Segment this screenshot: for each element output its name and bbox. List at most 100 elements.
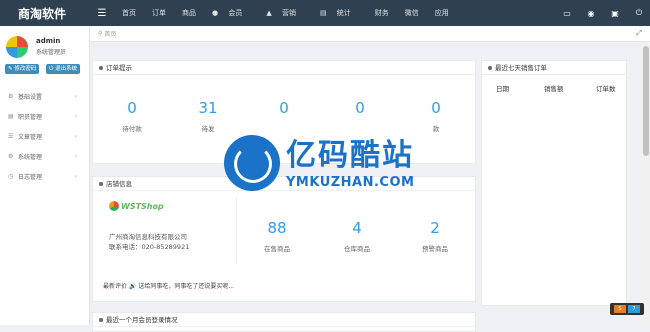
- nav-apps[interactable]: 应用: [427, 8, 457, 18]
- sidebar-item-system[interactable]: ⚙ 系统管理 ‹: [0, 146, 89, 166]
- top-navbar: 商淘软件 ☰ 首页 订单 商品 ● 会员 ▲ 营销 ▤ 统计 财务 微信 应用 …: [0, 0, 650, 26]
- fullscreen-icon[interactable]: ⤢: [636, 29, 642, 38]
- nav-stats-label: 统计: [336, 9, 351, 17]
- chevron-left-icon: ‹: [74, 132, 77, 140]
- nav-marketing[interactable]: ▲ 营销: [258, 8, 312, 18]
- column-header-date: 日期: [496, 85, 509, 93]
- sidebar-item-basic-settings[interactable]: ⚙ 基础设置 ‹: [0, 86, 89, 106]
- stat-item-3[interactable]: 0: [269, 99, 299, 123]
- stat-in-warehouse[interactable]: 4 仓库商品: [337, 219, 377, 253]
- nav-members-label: 会员: [228, 9, 243, 17]
- column-header-sales: 销售额: [544, 85, 564, 93]
- power-icon[interactable]: ⏻: [634, 8, 644, 18]
- order-tips-title: 订单提示: [106, 64, 132, 72]
- sidebar-item-label: 文章管理: [18, 133, 43, 141]
- stat-pending-payment[interactable]: 0 待付款: [117, 99, 147, 133]
- nav-marketing-label: 营销: [281, 9, 296, 17]
- speaker-icon: 🔊: [128, 283, 137, 290]
- menu-toggle-icon[interactable]: ☰: [90, 8, 114, 19]
- user-profile: admin 系统管理员 ✎ 修改密码 ⏻ 退出系统: [0, 26, 89, 78]
- top-actions: ▭ ◉ ▣ ⏻: [562, 0, 644, 26]
- stat-label: 预警商品: [422, 245, 448, 253]
- corner-widget[interactable]: S 7: [610, 303, 644, 315]
- sales-title: 最近七天销售订单: [495, 64, 547, 72]
- nav-home[interactable]: 首页: [114, 8, 144, 18]
- corner-badge-b: 7: [628, 305, 640, 313]
- sidebar-item-label: 基础设置: [18, 93, 43, 101]
- log-icon: ◷: [8, 172, 14, 180]
- stat-value: 0: [431, 99, 441, 117]
- watermark-logo-icon: [224, 135, 280, 191]
- logout-button[interactable]: ⏻ 退出系统: [46, 64, 81, 74]
- watermark-title: 亿码酷站: [286, 137, 414, 173]
- breadcrumb-home[interactable]: 首页: [104, 29, 116, 38]
- change-password-button[interactable]: ✎ 修改密码: [5, 64, 40, 74]
- watermark: 亿码酷站 YMKUZHAN.COM: [224, 128, 434, 198]
- nav-goods[interactable]: 商品: [174, 8, 204, 18]
- avatar: [6, 36, 28, 58]
- nav-wechat[interactable]: 微信: [397, 8, 427, 18]
- scrollbar[interactable]: [642, 42, 650, 325]
- column-header-orders: 订单数: [596, 85, 616, 93]
- sales-panel: 最近七天销售订单 日期 销售额 订单数: [481, 60, 627, 306]
- lock-icon[interactable]: ▣: [610, 9, 620, 18]
- company-phone: 联系电话：020-85289921: [109, 243, 190, 251]
- nav-members[interactable]: ● 会员: [204, 8, 258, 18]
- gear-icon: ⚙: [8, 92, 14, 100]
- store-logo-text: WSTShop: [121, 201, 164, 211]
- stat-pending-shipment[interactable]: 31 待发: [193, 99, 223, 133]
- nav-orders[interactable]: 订单: [144, 8, 174, 18]
- eye-icon[interactable]: ◉: [586, 9, 596, 18]
- store-logo: WSTShop: [109, 201, 164, 211]
- logout-label: 退出系统: [55, 66, 78, 72]
- stat-value: 0: [127, 99, 137, 117]
- stat-value: 0: [355, 99, 365, 117]
- scrollbar-thumb[interactable]: [643, 46, 649, 156]
- stat-label: 仓库商品: [344, 245, 370, 253]
- watermark-url: YMKUZHAN.COM: [286, 174, 415, 190]
- store-logo-icon: [109, 201, 119, 211]
- settings-icon: ⚙: [8, 152, 14, 160]
- review-label: 最新评价: [103, 283, 128, 290]
- stat-value: 31: [198, 99, 218, 117]
- users-icon: ▤: [8, 112, 14, 120]
- sidebar-item-label: 职员管理: [18, 113, 43, 121]
- stat-label: 待发: [201, 125, 215, 133]
- store-info-title: 店铺信息: [106, 180, 132, 188]
- sidebar-item-label: 系统管理: [18, 153, 43, 161]
- sidebar-item-staff[interactable]: ▤ 职员管理 ‹: [0, 106, 89, 126]
- divider: [236, 197, 237, 263]
- member-login-title: 最近一个月会员登录情况: [106, 316, 178, 324]
- stat-on-sale[interactable]: 88 在售商品: [257, 219, 297, 253]
- stat-warning[interactable]: 2 预警商品: [415, 219, 455, 253]
- document-icon: ☰: [8, 132, 14, 140]
- stat-label: 待付款: [122, 125, 142, 133]
- sidebar-item-articles[interactable]: ☰ 文章管理 ‹: [0, 126, 89, 146]
- nav-stats[interactable]: ▤ 统计: [312, 8, 367, 18]
- main-nav: 首页 订单 商品 ● 会员 ▲ 营销 ▤ 统计 财务 微信 应用: [114, 8, 457, 18]
- chevron-left-icon: ‹: [74, 172, 77, 180]
- member-login-panel: 最近一个月会员登录情况: [92, 312, 476, 332]
- chevron-left-icon: ‹: [74, 112, 77, 120]
- company-name: 广州商淘信息科技有限公司: [109, 233, 187, 241]
- stat-value: 88: [267, 219, 287, 237]
- stat-value: 4: [352, 219, 362, 237]
- sidebar-item-label: 日志管理: [18, 173, 43, 181]
- chevron-left-icon: ‹: [74, 92, 77, 100]
- change-password-label: 修改密码: [14, 66, 37, 72]
- stat-value: 2: [430, 219, 440, 237]
- corner-badge-a: S: [614, 305, 626, 313]
- monitor-icon[interactable]: ▭: [562, 9, 572, 18]
- user-role: 系统管理员: [36, 49, 67, 56]
- nav-finance[interactable]: 财务: [367, 8, 397, 18]
- sidebar-item-logs[interactable]: ◷ 日志管理 ‹: [0, 166, 89, 186]
- stat-item-4[interactable]: 0: [345, 99, 375, 123]
- review-text[interactable]: 送给同事吃，同事吃了还说要买呢...: [138, 283, 234, 290]
- user-name: admin: [36, 37, 61, 45]
- sidebar: admin 系统管理员 ✎ 修改密码 ⏻ 退出系统 ⚙ 基础设置 ‹ ▤ 职员管理 ‹ …: [0, 26, 90, 325]
- stat-value: 0: [279, 99, 289, 117]
- panel-title: 订单提示: [93, 61, 475, 75]
- brand-logo: 商淘软件: [18, 6, 67, 21]
- latest-review: 最新评价 🔊 送给同事吃，同事吃了还说要买呢...: [103, 281, 234, 290]
- panel-title: 最近七天销售订单: [482, 61, 626, 75]
